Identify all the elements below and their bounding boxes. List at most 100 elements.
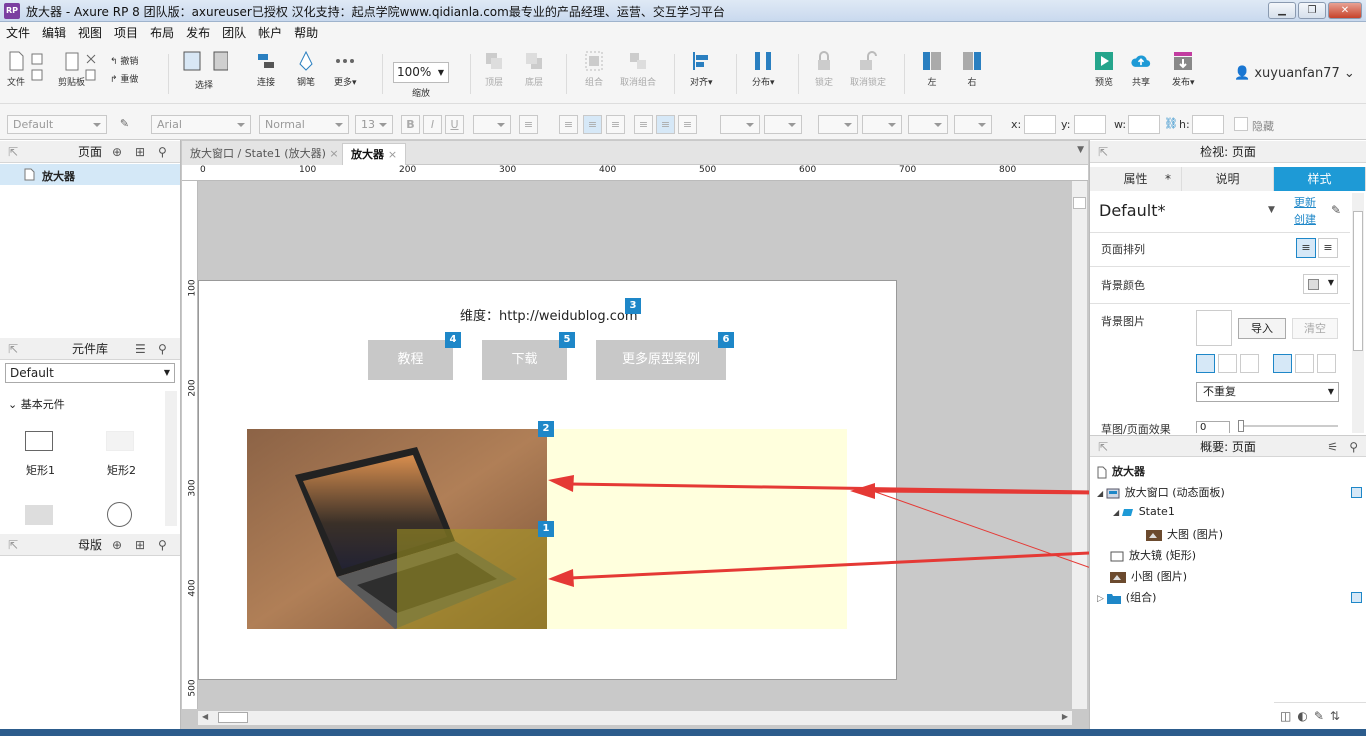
add-master-icon[interactable]: ⊕	[112, 534, 122, 556]
shadow-select[interactable]	[764, 115, 802, 134]
link-ratio-icon[interactable]: ⛓	[1164, 117, 1178, 131]
align-right-button[interactable]: 右	[962, 50, 982, 88]
scroll-left-icon[interactable]: ◀	[202, 712, 208, 721]
scroll-thumb[interactable]	[1353, 211, 1363, 351]
expand-arrow-icon[interactable]: ▷	[1097, 594, 1107, 604]
align-left-button[interactable]: 左	[922, 50, 942, 88]
align-text-left-icon[interactable]: ≡	[559, 115, 578, 134]
bold-button[interactable]: B	[401, 115, 420, 134]
pen-button[interactable]: 钢笔	[296, 50, 316, 88]
maximize-button[interactable]: ❐	[1298, 2, 1326, 19]
expand-arrow-icon[interactable]: ◢	[1097, 489, 1106, 498]
align-text-center-icon[interactable]: ≡	[583, 115, 602, 134]
outline-item-small-image[interactable]: 小图 (图片)	[1110, 568, 1187, 584]
select-button[interactable]: 选择	[180, 50, 229, 91]
bring-to-front-button[interactable]: 顶层	[484, 50, 504, 88]
valign-top-icon[interactable]: ≡	[634, 115, 653, 134]
library-scrollbar[interactable]	[165, 391, 177, 526]
arrow-style-select[interactable]	[954, 115, 992, 134]
sketch-slider[interactable]	[1238, 420, 1338, 432]
menu-icon[interactable]: ☰	[135, 338, 146, 360]
bg-align-center-icon[interactable]	[1218, 354, 1237, 373]
slider-handle[interactable]	[1238, 420, 1244, 432]
connect-button[interactable]: 连接	[256, 50, 276, 88]
repeat-select[interactable]: 不重复 ▼	[1196, 382, 1339, 402]
tab-notes[interactable]: 说明	[1182, 167, 1274, 191]
tab-fangdaqi[interactable]: 放大器 ×	[342, 143, 407, 165]
align-page-center-icon[interactable]: ≡	[1318, 238, 1338, 258]
valign-bottom-icon[interactable]: ≡	[678, 115, 697, 134]
outline-item-state1[interactable]: ◢ State1	[1113, 505, 1175, 518]
library-group[interactable]: ⌄ 基本元件	[8, 396, 65, 412]
expand-arrow-icon[interactable]: ◢	[1113, 508, 1122, 517]
menu-view[interactable]: 视图	[72, 22, 108, 44]
tab-state1[interactable]: 放大窗口 / State1 (放大器) ×	[182, 143, 347, 165]
undo-button[interactable]: ↰ 撤销	[110, 54, 138, 67]
menu-layout[interactable]: 布局	[144, 22, 180, 44]
canvas-vertical-scrollbar[interactable]	[1072, 181, 1087, 709]
share-button[interactable]: 共享	[1131, 50, 1151, 88]
ellipse-widget[interactable]	[107, 502, 132, 527]
style-select[interactable]: Default	[7, 115, 107, 134]
outline-item-magnifier-rect[interactable]: 放大镜 (矩形)	[1110, 547, 1196, 563]
minimize-button[interactable]: ▁	[1268, 2, 1296, 19]
small-laptop-image[interactable]	[247, 429, 547, 629]
tab-menu-chevron-icon[interactable]: ▼	[1077, 145, 1084, 155]
update-style-link[interactable]: 更新	[1294, 194, 1316, 210]
fill-color-select[interactable]	[720, 115, 760, 134]
split-view-icon[interactable]: ◫	[1280, 709, 1291, 723]
collapse-icon[interactable]: ⇱	[1098, 141, 1108, 163]
rectangle2-widget[interactable]	[106, 431, 134, 451]
italic-button[interactable]: I	[423, 115, 442, 134]
menu-help[interactable]: 帮助	[288, 22, 324, 44]
zoom-select[interactable]: 100% ▼	[393, 62, 449, 83]
menu-team[interactable]: 团队	[216, 22, 252, 44]
download-button[interactable]: 下载	[482, 340, 567, 380]
page-item-fangdaqi[interactable]: 放大器	[0, 164, 180, 185]
clipboard-button[interactable]: 剪贴板	[58, 50, 85, 88]
sort-icon[interactable]: ⇅	[1330, 709, 1340, 723]
bg-align-middle-icon[interactable]	[1295, 354, 1314, 373]
preview-button[interactable]: 预览	[1094, 50, 1114, 88]
outline-item-big-image[interactable]: 大图 (图片)	[1146, 526, 1223, 542]
more-cases-button[interactable]: 更多原型案例	[596, 340, 726, 380]
ungroup-button[interactable]: 取消组合	[620, 50, 656, 88]
theme-icon[interactable]: ◐	[1297, 709, 1307, 723]
add-page-icon[interactable]: ⊕	[112, 141, 122, 163]
canvas-horizontal-scrollbar[interactable]: ◀ ▶	[198, 711, 1072, 725]
tab-properties[interactable]: 属性 *	[1090, 167, 1182, 191]
edit-icon[interactable]: ✎	[1314, 709, 1324, 723]
lock-button[interactable]: 锁定	[814, 50, 834, 88]
save-small-icons[interactable]	[30, 52, 44, 85]
cut-copy-icons[interactable]	[84, 52, 98, 85]
outline-item-group[interactable]: ▷ (组合)	[1097, 589, 1156, 605]
send-to-back-button[interactable]: 底层	[524, 50, 544, 88]
line-color-select[interactable]	[818, 115, 858, 134]
collapse-icon[interactable]: ⇱	[8, 338, 18, 360]
collapse-icon[interactable]: ⇱	[8, 534, 18, 556]
close-icon[interactable]: ×	[388, 148, 397, 161]
menu-account[interactable]: 帐户	[252, 22, 288, 44]
close-button[interactable]: ✕	[1328, 2, 1362, 19]
filter-icon[interactable]: ⚟	[1327, 436, 1338, 458]
y-input[interactable]	[1074, 115, 1106, 134]
w-input[interactable]	[1128, 115, 1160, 134]
unlock-button[interactable]: 取消锁定	[850, 50, 886, 88]
more-button[interactable]: 更多▾	[334, 50, 357, 88]
import-button[interactable]: 导入	[1238, 318, 1286, 339]
sketch-input[interactable]: 0	[1196, 421, 1230, 433]
create-style-link[interactable]: 创建	[1294, 211, 1316, 227]
add-folder-icon[interactable]: ⊞	[135, 534, 145, 556]
file-button[interactable]: 文件	[6, 50, 26, 88]
search-icon[interactable]: ⚲	[158, 141, 167, 163]
header-link-text[interactable]: 维度：http://weidublog.com	[460, 305, 638, 324]
align-text-right-icon[interactable]: ≡	[606, 115, 625, 134]
visibility-marker-icon[interactable]	[1351, 592, 1362, 603]
user-account[interactable]: 👤 xuyuanfan77 ⌄	[1234, 66, 1355, 81]
align-page-left-icon[interactable]: ≡	[1296, 238, 1316, 258]
font-size-select[interactable]: 13	[355, 115, 393, 134]
library-select[interactable]: Default ▼	[5, 363, 175, 383]
bg-align-right-icon[interactable]	[1240, 354, 1259, 373]
inspector-scrollbar[interactable]	[1352, 193, 1364, 433]
collapse-icon[interactable]: ⇱	[8, 141, 18, 163]
